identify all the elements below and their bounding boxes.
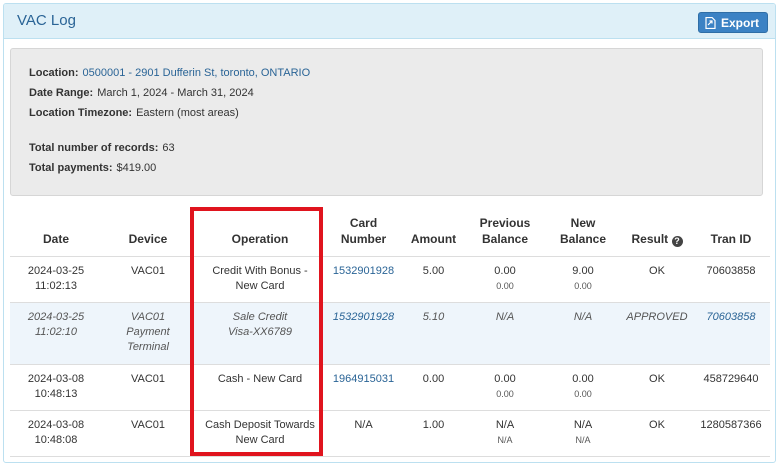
card-number-link[interactable]: 1532901928 [333, 311, 394, 323]
col-result-label: Result [631, 231, 669, 246]
cell-tran-id: 458729640 [692, 364, 770, 411]
table-header-row: Date Device Operation Card Number Amount … [10, 207, 770, 257]
timezone-value: Eastern (most areas) [136, 107, 239, 119]
cell-result: OK [622, 410, 692, 457]
date-range-row: Date Range: March 1, 2024 - March 31, 202… [29, 87, 254, 99]
col-amount[interactable]: Amount [401, 207, 466, 257]
cell-card-number: 1532901928 [326, 302, 401, 365]
cell-new-balance: N/A [544, 302, 622, 365]
cell-amount: 5.10 [401, 302, 466, 365]
col-result[interactable]: Result ? [622, 207, 692, 257]
cell-device: VAC01 [102, 364, 194, 411]
cell-result: OK [622, 256, 692, 303]
timezone-label: Location Timezone: [29, 107, 133, 119]
cell-result: OK [622, 364, 692, 411]
help-icon[interactable]: ? [671, 235, 683, 247]
col-card-number[interactable]: Card Number [326, 207, 401, 257]
cell-tran-id: 70603858 [692, 256, 770, 303]
export-button[interactable]: Export [697, 12, 768, 33]
cell-date: 2024-03-25 11:02:13 [10, 256, 102, 303]
date-range-value: March 1, 2024 - March 31, 2024 [97, 87, 254, 99]
export-label: Export [720, 15, 759, 30]
cell-card-number: 1532901928 [326, 256, 401, 303]
col-card-number-line2: Number [340, 231, 387, 246]
col-new-line1: New [570, 215, 596, 230]
col-date[interactable]: Date [10, 207, 102, 257]
cell-tran-id: 70603858 [692, 302, 770, 365]
tran-id-link[interactable]: 70603858 [707, 311, 756, 323]
cell-device: VAC01 [102, 410, 194, 457]
total-records-row: Total number of records: 63 [29, 142, 175, 154]
cell-amount: 1.00 [401, 410, 466, 457]
cell-amount: 0.00 [401, 364, 466, 411]
cell-date: 2024-03-25 11:02:10 [10, 302, 102, 365]
card-number-link[interactable]: 1964915031 [333, 373, 394, 385]
card-number-link[interactable]: 1532901928 [333, 265, 394, 277]
report-summary-box: Location: 0500001 - 2901 Dufferin St, tor… [10, 48, 763, 196]
export-file-icon [705, 16, 716, 29]
location-label: Location: [29, 67, 79, 79]
col-prev-line1: Previous [479, 215, 531, 230]
col-operation[interactable]: Operation [194, 207, 326, 257]
cell-tran-id: 1280587366 [692, 410, 770, 457]
col-card-number-line1: Card [349, 215, 378, 230]
location-link[interactable]: 0500001 - 2901 Dufferin St, toronto, ONT… [83, 67, 311, 79]
table-row[interactable]: 2024-03-08 10:48:13 VAC01 Cash - New Card… [10, 364, 770, 411]
cell-card-number: N/A [326, 410, 401, 457]
vac-log-table: Date Device Operation Card Number Amount … [10, 207, 770, 457]
col-prev-line2: Balance [481, 231, 529, 246]
total-payments-row: Total payments: $419.00 [29, 162, 156, 174]
location-row: Location: 0500001 - 2901 Dufferin St, tor… [29, 67, 310, 79]
cell-new-balance: 9.00 0.00 [544, 256, 622, 303]
cell-date: 2024-03-08 10:48:08 [10, 410, 102, 457]
cell-operation: Cash - New Card [194, 364, 326, 411]
cell-previous-balance: 0.00 0.00 [466, 364, 544, 411]
col-tran-id[interactable]: Tran ID [692, 207, 770, 257]
table-row[interactable]: 2024-03-25 11:02:13 VAC01 Credit With Bon… [10, 256, 770, 303]
cell-previous-balance: N/A [466, 302, 544, 365]
table-row[interactable]: 2024-03-25 11:02:10 VAC01 Payment Terminal … [10, 302, 770, 365]
timezone-row: Location Timezone: Eastern (most areas) [29, 107, 239, 119]
cell-previous-balance: N/A N/A [466, 410, 544, 457]
cell-new-balance: 0.00 0.00 [544, 364, 622, 411]
cell-card-number: 1964915031 [326, 364, 401, 411]
cell-operation: Cash Deposit Towards New Card [194, 410, 326, 457]
date-range-label: Date Range: [29, 87, 94, 99]
col-device[interactable]: Device [102, 207, 194, 257]
cell-amount: 5.00 [401, 256, 466, 303]
panel-title: VAC Log [17, 12, 76, 29]
cell-new-balance: N/A N/A [544, 410, 622, 457]
table-row[interactable]: 2024-03-08 10:48:08 VAC01 Cash Deposit To… [10, 410, 770, 457]
total-payments-label: Total payments: [29, 162, 113, 174]
total-payments-value: $419.00 [116, 162, 157, 174]
panel-header: VAC Log Export [4, 4, 775, 39]
cell-device: VAC01 Payment Terminal [102, 302, 194, 365]
cell-date: 2024-03-08 10:48:13 [10, 364, 102, 411]
col-new-balance[interactable]: New Balance [544, 207, 622, 257]
cell-device: VAC01 [102, 256, 194, 303]
cell-operation: Credit With Bonus - New Card [194, 256, 326, 303]
cell-previous-balance: 0.00 0.00 [466, 256, 544, 303]
total-records-value: 63 [162, 142, 175, 154]
total-records-label: Total number of records: [29, 142, 159, 154]
col-previous-balance[interactable]: Previous Balance [466, 207, 544, 257]
cell-result: APPROVED [622, 302, 692, 365]
col-new-line2: Balance [559, 231, 607, 246]
cell-operation: Sale Credit Visa-XX6789 [194, 302, 326, 365]
